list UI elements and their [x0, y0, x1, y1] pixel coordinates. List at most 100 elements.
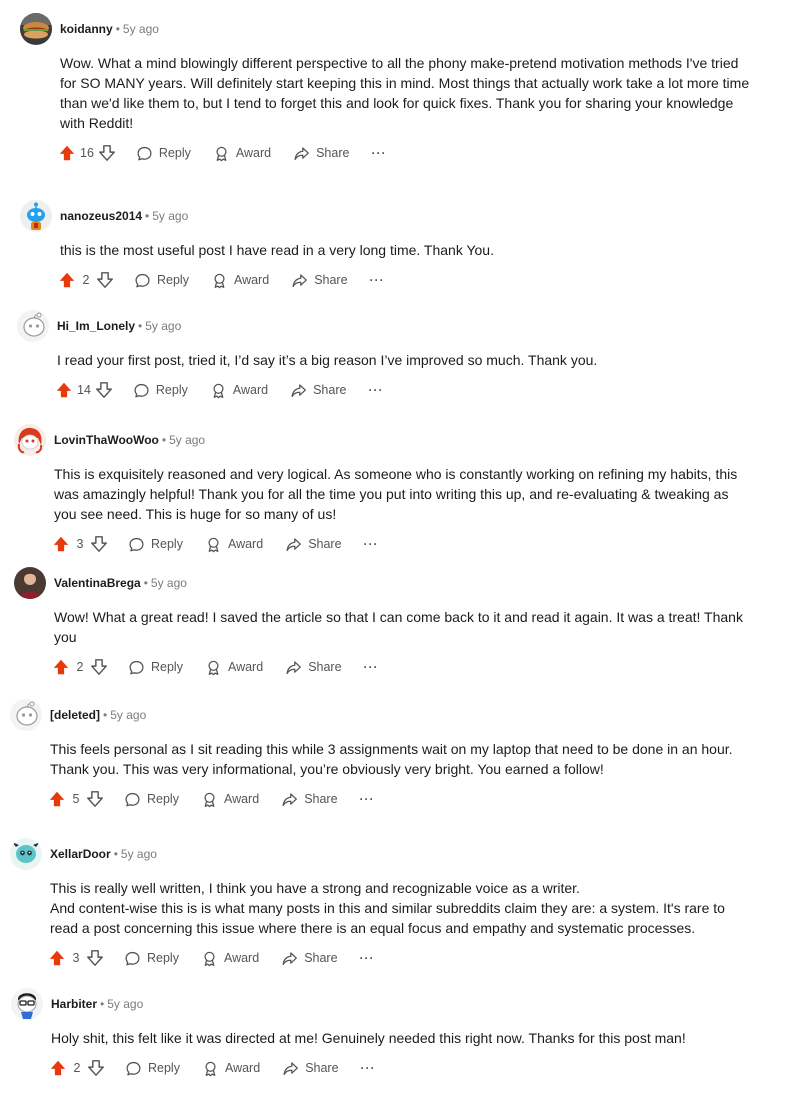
reply-button[interactable]: Reply [124, 657, 187, 678]
snoo-outline-avatar[interactable] [10, 699, 42, 731]
username[interactable]: koidanny [60, 22, 113, 36]
reply-icon [133, 382, 150, 399]
username[interactable]: [deleted] [50, 708, 100, 722]
vote-score: 2 [73, 1061, 81, 1075]
separator-dot: • [161, 433, 167, 447]
award-label: Award [223, 951, 260, 965]
username[interactable]: Harbiter [51, 997, 97, 1011]
share-label: Share [314, 273, 348, 287]
comment-age[interactable]: 5y ago [123, 22, 159, 36]
downvote-icon[interactable] [94, 269, 116, 291]
award-button[interactable]: Award [197, 948, 263, 969]
reply-button[interactable]: Reply [120, 948, 183, 969]
vote-score: 2 [76, 660, 84, 674]
comment-age[interactable]: 5y ago [107, 997, 143, 1011]
more-options-button[interactable]: ··· [358, 535, 385, 553]
snoo-blue-avatar[interactable] [20, 200, 52, 232]
comment-actions: 3 Reply Award Share ··· [46, 946, 754, 970]
username[interactable]: LovinThaWooWoo [54, 433, 159, 447]
reply-button[interactable]: Reply [130, 270, 193, 291]
share-label: Share [313, 383, 347, 397]
share-button[interactable]: Share [289, 143, 353, 164]
upvote-icon[interactable] [53, 379, 75, 401]
share-icon [281, 791, 298, 808]
comment-text: This is exquisitely reasoned and very lo… [54, 466, 738, 522]
downvote-icon[interactable] [84, 947, 106, 969]
reply-button[interactable]: Reply [129, 380, 192, 401]
vote-score: 14 [77, 383, 91, 397]
more-options-button[interactable]: ··· [358, 658, 385, 676]
award-button[interactable]: Award [201, 534, 267, 555]
award-button[interactable]: Award [201, 657, 267, 678]
share-icon [281, 950, 298, 967]
username[interactable]: Hi_Im_Lonely [57, 319, 135, 333]
more-options-button[interactable]: ··· [354, 790, 381, 808]
comment: [deleted] • 5y ago This feels personal as … [10, 699, 754, 811]
downvote-icon[interactable] [88, 533, 110, 555]
upvote-icon[interactable] [50, 656, 72, 678]
username[interactable]: nanozeus2014 [60, 209, 142, 223]
username[interactable]: XellarDoor [50, 847, 111, 861]
comment-actions: 2 Reply Award Share ··· [50, 655, 754, 679]
award-button[interactable]: Award [206, 380, 272, 401]
comment-age[interactable]: 5y ago [152, 209, 188, 223]
share-icon [282, 1060, 299, 1077]
share-label: Share [316, 146, 350, 160]
share-icon [293, 145, 310, 162]
food-avatar[interactable] [20, 13, 52, 45]
comment-age[interactable]: 5y ago [121, 847, 157, 861]
more-options-button[interactable]: ··· [354, 949, 381, 967]
more-options-button[interactable]: ··· [365, 144, 392, 162]
share-button[interactable]: Share [277, 789, 341, 810]
award-button[interactable]: Award [198, 1058, 264, 1079]
upvote-icon[interactable] [56, 142, 78, 164]
comment-text: Wow! What a great read! I saved the arti… [54, 609, 743, 645]
comment-age[interactable]: 5y ago [110, 708, 146, 722]
reply-button[interactable]: Reply [132, 143, 195, 164]
downvote-icon[interactable] [93, 379, 115, 401]
comment: nanozeus2014 • 5y ago this is the most use… [20, 200, 754, 292]
comment-actions: 5 Reply Award Share ··· [46, 787, 754, 811]
upvote-icon[interactable] [56, 269, 78, 291]
snoo-redhair-avatar[interactable] [14, 424, 46, 456]
photo-avatar[interactable] [14, 567, 46, 599]
reply-label: Reply [151, 537, 183, 551]
more-options-button[interactable]: ··· [364, 271, 391, 289]
vote-controls: 2 [50, 656, 110, 678]
more-options-button[interactable]: ··· [355, 1059, 382, 1077]
comment-age[interactable]: 5y ago [169, 433, 205, 447]
share-button[interactable]: Share [281, 657, 345, 678]
snoo-cyan-avatar[interactable] [10, 838, 42, 870]
reply-button[interactable]: Reply [120, 789, 183, 810]
reply-button[interactable]: Reply [124, 534, 187, 555]
reply-button[interactable]: Reply [121, 1058, 184, 1079]
separator-dot: • [103, 708, 108, 722]
award-button[interactable]: Award [207, 270, 273, 291]
comment-text: this is the most useful post I have read… [60, 242, 494, 258]
downvote-icon[interactable] [85, 1057, 107, 1079]
downvote-icon[interactable] [84, 788, 106, 810]
reply-icon [136, 145, 153, 162]
share-button[interactable]: Share [278, 1058, 342, 1079]
award-icon [205, 659, 222, 676]
comment-age[interactable]: 5y ago [145, 319, 181, 333]
comment-age[interactable]: 5y ago [151, 576, 187, 590]
upvote-icon[interactable] [50, 533, 72, 555]
share-button[interactable]: Share [287, 270, 351, 291]
share-label: Share [308, 660, 342, 674]
upvote-icon[interactable] [46, 947, 68, 969]
share-button[interactable]: Share [277, 948, 341, 969]
share-icon [290, 382, 307, 399]
award-button[interactable]: Award [197, 789, 263, 810]
username[interactable]: ValentinaBrega [54, 576, 141, 590]
downvote-icon[interactable] [88, 656, 110, 678]
upvote-icon[interactable] [47, 1057, 69, 1079]
award-button[interactable]: Award [209, 143, 275, 164]
upvote-icon[interactable] [46, 788, 68, 810]
more-options-button[interactable]: ··· [362, 381, 389, 399]
snoo-outline-avatar[interactable] [17, 310, 49, 342]
snoo-glasses-avatar[interactable] [11, 988, 43, 1020]
share-button[interactable]: Share [281, 534, 345, 555]
share-button[interactable]: Share [286, 380, 350, 401]
downvote-icon[interactable] [96, 142, 118, 164]
